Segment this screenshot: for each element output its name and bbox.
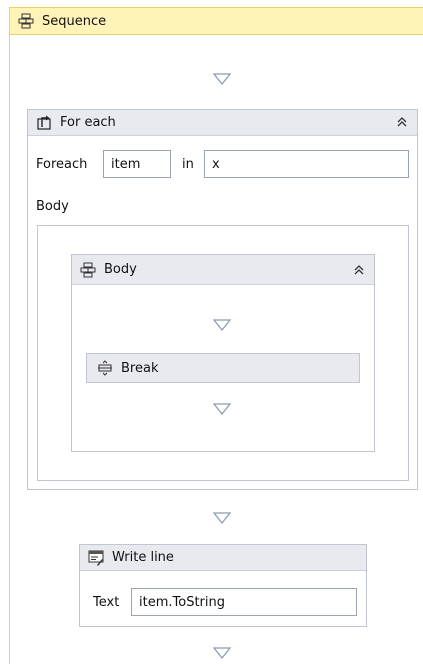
sequence-icon: [80, 262, 96, 278]
foreach-activity[interactable]: For each Foreach in Body: [27, 109, 418, 490]
break-icon: [97, 360, 113, 376]
drop-target-arrow-icon[interactable]: [213, 73, 231, 85]
sequence-title: Sequence: [42, 13, 107, 29]
collection-input[interactable]: [204, 150, 409, 178]
drop-target-arrow-icon[interactable]: [213, 319, 231, 331]
workflow-designer: Sequence For each Foreach item in x Body…: [0, 0, 423, 664]
writeline-icon: [88, 550, 104, 566]
sequence-activity[interactable]: Sequence For each Foreach item in x Body…: [9, 7, 423, 664]
in-label: in: [182, 157, 194, 172]
writeline-title: Write line: [112, 550, 174, 565]
body-sequence-title: Body: [104, 262, 137, 277]
foreach-title: For each: [60, 115, 116, 130]
drop-target-arrow-icon[interactable]: [213, 512, 231, 524]
body-sequence-activity[interactable]: Body Break: [71, 254, 375, 452]
collapse-icon[interactable]: [352, 263, 366, 277]
foreach-label: Foreach: [36, 157, 88, 172]
sequence-header[interactable]: Sequence: [10, 7, 423, 35]
foreach-icon: [36, 115, 52, 131]
drop-target-arrow-icon[interactable]: [213, 647, 231, 659]
text-input[interactable]: [131, 588, 357, 616]
foreach-body-panel[interactable]: Body Break: [37, 225, 409, 481]
sequence-icon: [18, 13, 34, 29]
foreach-header[interactable]: For each: [28, 110, 417, 136]
drop-target-arrow-icon[interactable]: [213, 403, 231, 415]
writeline-activity[interactable]: Write line Text: [79, 544, 367, 627]
collapse-icon[interactable]: [395, 115, 409, 129]
writeline-header[interactable]: Write line: [80, 545, 366, 571]
item-variable-input[interactable]: [103, 150, 171, 178]
body-label: Body: [36, 199, 69, 214]
text-label: Text: [93, 595, 120, 610]
break-title: Break: [121, 360, 159, 376]
body-sequence-header[interactable]: Body: [72, 255, 374, 285]
break-activity[interactable]: Break: [86, 353, 360, 383]
